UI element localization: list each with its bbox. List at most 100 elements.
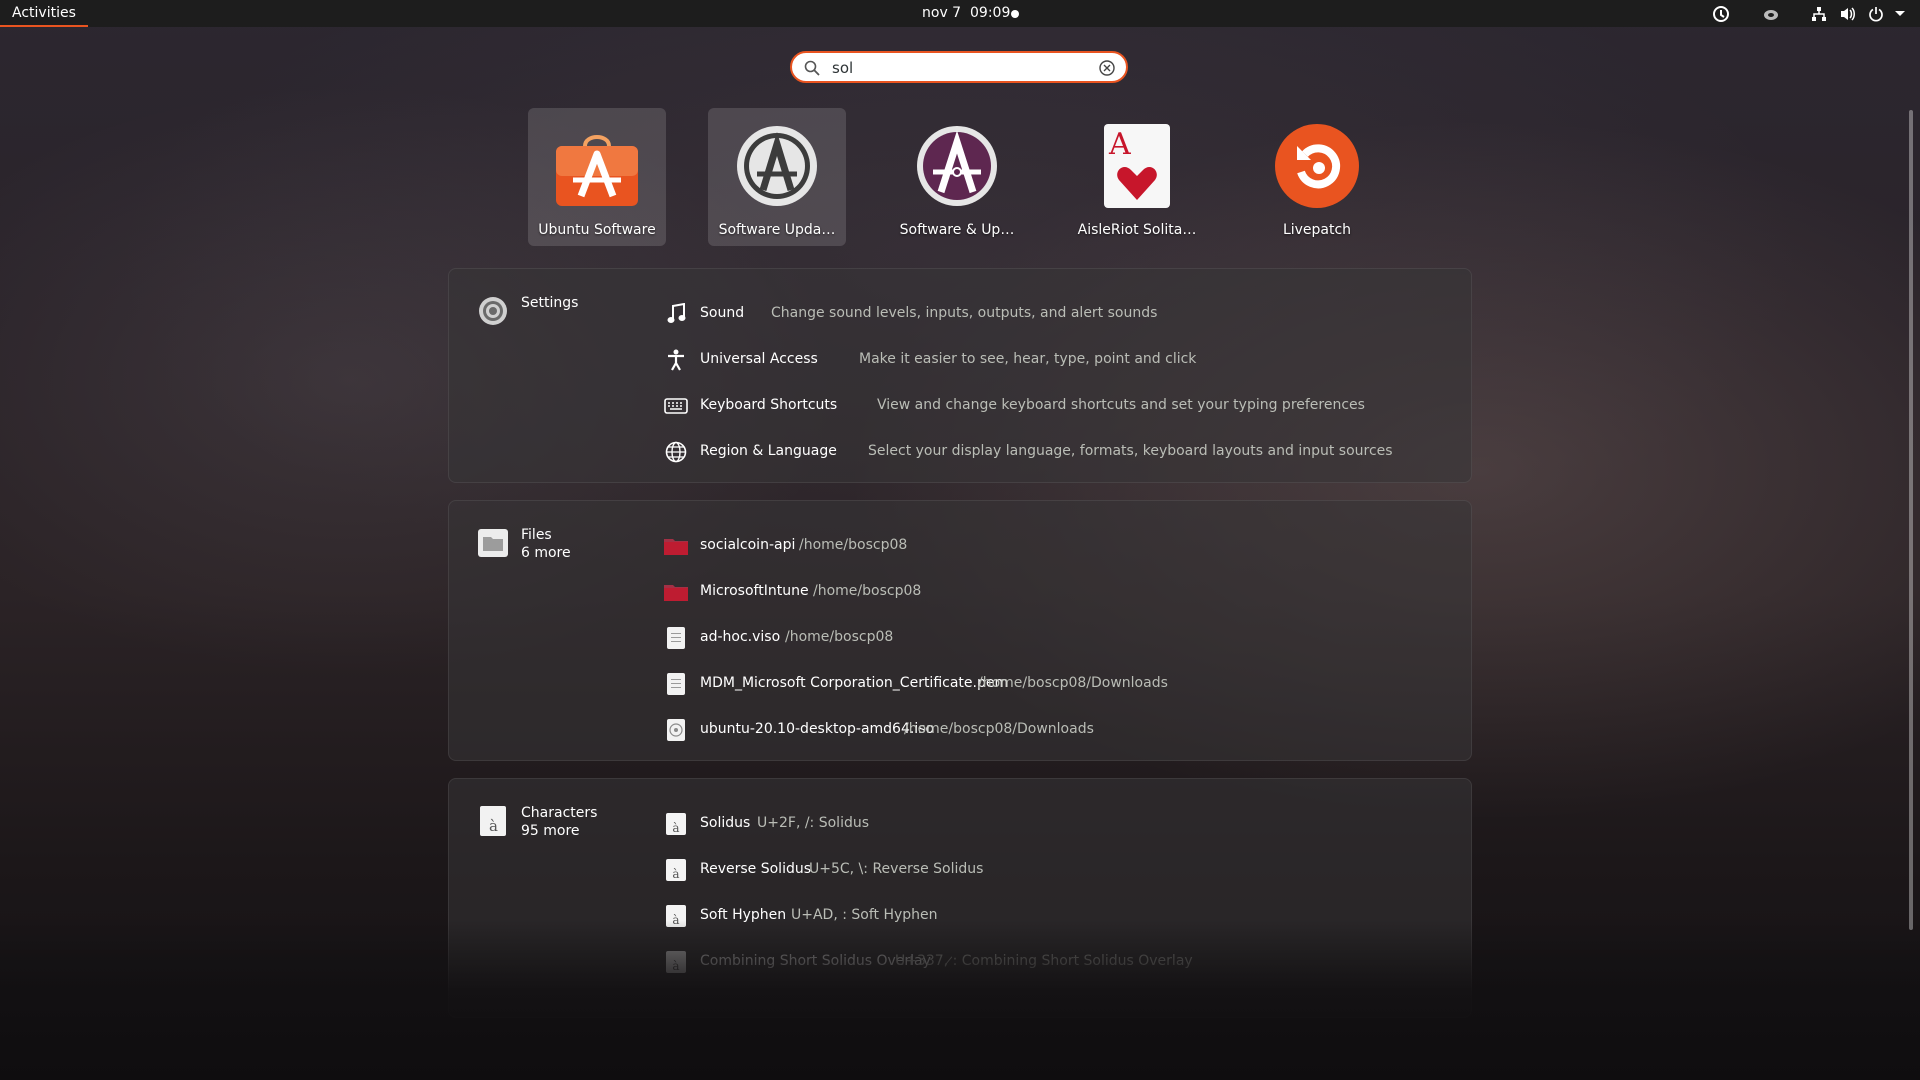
app-label: Software & Up… — [899, 222, 1015, 238]
provider-more-count: 6 more — [521, 545, 571, 561]
result-universal-access[interactable]: Universal Access Make it easier to see, … — [663, 337, 1453, 383]
network-icon[interactable] — [1809, 4, 1829, 24]
result-file[interactable]: ubuntu-20.10-desktop-amd64.iso /home/bos… — [663, 707, 1453, 753]
result-description: Change sound levels, inputs, outputs, an… — [771, 305, 1158, 321]
result-title: Sound — [700, 305, 745, 321]
provider-more-count: 95 more — [521, 823, 580, 839]
keyboard-icon — [663, 393, 689, 419]
result-region-language[interactable]: Region & Language Select your display la… — [663, 429, 1453, 475]
folder-icon — [663, 533, 689, 559]
clock-time: 09:09 — [970, 5, 1011, 21]
result-character[interactable]: à Solidus U+2F, /: Solidus — [663, 801, 1453, 847]
svg-text:A: A — [1108, 127, 1131, 162]
disc-image-icon — [663, 717, 689, 743]
clock[interactable]: nov 7 09:09 — [922, 0, 1010, 27]
character-icon: à — [663, 949, 689, 975]
app-aisleriot[interactable]: A AisleRiot Solita… — [1068, 108, 1206, 246]
result-file[interactable]: ad-hoc.viso /home/boscp08 — [663, 615, 1453, 661]
result-description: U+AD, : Soft Hyphen — [791, 907, 938, 923]
result-description: /home/boscp08 — [785, 629, 894, 645]
result-keyboard-shortcuts[interactable]: Keyboard Shortcuts View and change keybo… — [663, 383, 1453, 429]
result-title: MicrosoftIntune — [700, 583, 809, 599]
ubuntu-software-icon — [555, 124, 639, 208]
app-label: Ubuntu Software — [538, 222, 656, 238]
software-properties-icon — [915, 124, 999, 208]
accessibility-icon — [663, 347, 689, 373]
result-description: U+2F, /: Solidus — [757, 815, 870, 831]
document-icon — [663, 625, 689, 651]
result-file[interactable]: socialcoin-api /home/boscp08 — [663, 523, 1453, 569]
result-description: Select your display language, formats, k… — [868, 443, 1393, 459]
provider-name: Files — [521, 527, 552, 543]
provider-settings[interactable]: Settings — [477, 295, 657, 335]
app-label: Software Upda… — [718, 222, 836, 238]
result-title: MDM_Microsoft Corporation_Certificate.pe… — [700, 675, 1009, 691]
result-sound[interactable]: Sound Change sound levels, inputs, outpu… — [663, 291, 1453, 337]
result-title: Keyboard Shortcuts — [700, 397, 838, 413]
app-livepatch[interactable]: Livepatch — [1248, 108, 1386, 246]
result-title: Universal Access — [700, 351, 818, 367]
character-icon: à — [663, 811, 689, 837]
settings-result-list: Sound Change sound levels, inputs, outpu… — [663, 291, 1453, 475]
app-ubuntu-software[interactable]: Ubuntu Software — [528, 108, 666, 246]
result-title: ubuntu-20.10-desktop-amd64.iso — [700, 721, 935, 737]
files-result-list: socialcoin-api /home/boscp08 MicrosoftIn… — [663, 523, 1453, 753]
activities-button[interactable]: Activities — [0, 0, 88, 27]
result-description: /home/boscp08/Downloads — [904, 721, 1094, 737]
search-input[interactable] — [832, 57, 1082, 79]
cloud-icon[interactable] — [1761, 4, 1781, 24]
aisleriot-icon: A — [1095, 124, 1179, 208]
clock-date: nov 7 — [922, 5, 962, 21]
result-description: Make it easier to see, hear, type, point… — [859, 351, 1197, 367]
result-title: Soft Hyphen — [700, 907, 787, 923]
character-icon: à — [663, 857, 689, 883]
software-updater-icon — [735, 124, 819, 208]
globe-icon — [663, 439, 689, 465]
result-description: /home/boscp08/Downloads — [978, 675, 1168, 691]
app-software-updater[interactable]: Software Upda… — [708, 108, 846, 246]
result-description: View and change keyboard shortcuts and s… — [877, 397, 1365, 413]
livepatch-icon — [1275, 124, 1359, 208]
provider-name: Settings — [521, 295, 579, 311]
result-file[interactable]: MDM_Microsoft Corporation_Certificate.pe… — [663, 661, 1453, 707]
document-icon — [663, 671, 689, 697]
settings-gear-icon — [477, 295, 509, 327]
result-character[interactable]: à Soft Hyphen U+AD, : Soft Hyphen — [663, 893, 1453, 939]
search-icon — [804, 60, 820, 80]
top-bar: Activities nov 7 09:09 — [0, 0, 1920, 27]
result-title: Solidus — [700, 815, 751, 831]
results-scrollbar[interactable] — [1909, 110, 1913, 930]
update-icon[interactable] — [1711, 4, 1731, 24]
files-results-panel: Files 6 more socialcoin-api /home/boscp0… — [448, 500, 1472, 761]
provider-characters[interactable]: à Characters 95 more — [477, 805, 657, 845]
notification-dot — [1011, 10, 1019, 18]
chevron-down-icon[interactable] — [1890, 4, 1910, 24]
app-software-properties[interactable]: Software & Up… — [888, 108, 1026, 246]
search-entry[interactable] — [790, 51, 1128, 83]
characters-result-list: à Solidus U+2F, /: Solidus à Reverse Sol… — [663, 801, 1453, 985]
power-icon[interactable] — [1866, 4, 1886, 24]
app-label: AisleRiot Solita… — [1077, 222, 1197, 238]
result-description: U+5C, \: Reverse Solidus — [809, 861, 984, 877]
result-character[interactable]: à Combining Short Solidus Overlay U+337,… — [663, 939, 1453, 985]
result-description: /home/boscp08 — [813, 583, 922, 599]
provider-name: Characters — [521, 805, 598, 821]
character-icon: à — [663, 903, 689, 929]
music-note-icon — [663, 301, 689, 327]
clear-search-icon[interactable] — [1098, 59, 1116, 81]
folder-icon — [663, 579, 689, 605]
result-character[interactable]: à Reverse Solidus U+5C, \: Reverse Solid… — [663, 847, 1453, 893]
characters-results-panel: à Characters 95 more à Solidus U+2F, /: … — [448, 778, 1472, 1018]
result-title: socialcoin-api — [700, 537, 796, 553]
result-title: Reverse Solidus — [700, 861, 812, 877]
files-app-icon — [477, 527, 509, 559]
result-description: /home/boscp08 — [799, 537, 908, 553]
volume-icon[interactable] — [1838, 4, 1858, 24]
settings-results-panel: Settings Sound Change sound levels, inpu… — [448, 268, 1472, 483]
result-description: U+337, ̷: Combining Short Solidus Overla… — [895, 953, 1193, 969]
result-title: Region & Language — [700, 443, 837, 459]
result-file[interactable]: MicrosoftIntune /home/boscp08 — [663, 569, 1453, 615]
app-label: Livepatch — [1282, 222, 1352, 238]
provider-files[interactable]: Files 6 more — [477, 527, 657, 567]
svg-text:à: à — [489, 817, 498, 835]
